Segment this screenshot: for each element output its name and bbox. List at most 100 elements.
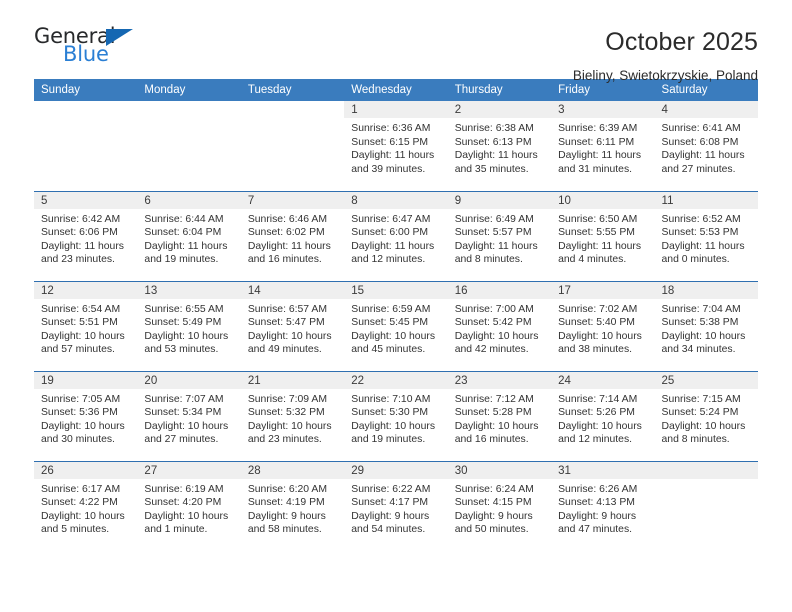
sunrise-time: Sunrise: 6:59 AM xyxy=(351,303,431,315)
day-details: Sunrise: 7:10 AM Sunset: 5:30 PM Daylight:… xyxy=(344,389,447,447)
day-number: 8 xyxy=(344,191,448,209)
weekday-header-thursday: Thursday xyxy=(447,79,552,101)
day-details: Sunrise: 6:55 AM Sunset: 5:49 PM Daylight:… xyxy=(137,299,240,357)
daylight-duration-line2: and 54 minutes. xyxy=(351,524,426,536)
daylight-duration-line2: and 49 minutes. xyxy=(247,344,322,356)
day-number: 24 xyxy=(551,371,655,389)
calendar-day-cell: 27 Sunrise: 6:19 AM Sunset: 4:20 PM Dayligh… xyxy=(137,460,241,551)
weekday-header-tuesday: Tuesday xyxy=(240,79,345,101)
daylight-duration-line1: Daylight: 10 hours xyxy=(661,420,746,432)
day-number: 5 xyxy=(34,191,138,209)
daylight-duration-line1: Daylight: 10 hours xyxy=(144,330,229,342)
daylight-duration-line2: and 30 minutes. xyxy=(41,434,115,446)
day-number xyxy=(137,101,240,118)
daylight-duration-line1: Daylight: 11 hours xyxy=(351,150,435,162)
day-number: 28 xyxy=(240,461,345,479)
sunrise-time: Sunrise: 6:42 AM xyxy=(41,213,121,225)
calendar-day-cell: 29 Sunrise: 6:22 AM Sunset: 4:17 PM Dayligh… xyxy=(344,460,448,551)
sunrise-time: Sunrise: 6:55 AM xyxy=(144,303,224,315)
calendar-day-cell: 15 Sunrise: 6:59 AM Sunset: 5:45 PM Dayligh… xyxy=(344,280,448,371)
sunrise-time: Sunrise: 6:44 AM xyxy=(144,213,224,225)
daylight-duration-line1: Daylight: 9 hours xyxy=(558,510,637,522)
day-number: 15 xyxy=(344,281,448,299)
day-number: 21 xyxy=(240,371,345,389)
day-details: Sunrise: 6:54 AM Sunset: 5:51 PM Daylight:… xyxy=(34,299,137,357)
calendar-day-cell: 14 Sunrise: 6:57 AM Sunset: 5:47 PM Dayligh… xyxy=(240,280,345,371)
daylight-duration-line2: and 53 minutes. xyxy=(144,344,219,356)
sunset-time: Sunset: 5:38 PM xyxy=(661,317,739,329)
daylight-duration-line1: Daylight: 10 hours xyxy=(351,420,436,432)
sunset-time: Sunset: 5:32 PM xyxy=(247,407,325,419)
day-number: 3 xyxy=(551,101,655,118)
sunset-time: Sunset: 6:00 PM xyxy=(351,227,429,239)
sunset-time: Sunset: 5:47 PM xyxy=(247,317,325,329)
daylight-duration-line2: and 16 minutes. xyxy=(247,254,322,266)
daylight-duration-line1: Daylight: 10 hours xyxy=(454,330,539,342)
daylight-duration-line2: and 38 minutes. xyxy=(558,344,633,356)
day-details: Sunrise: 6:42 AM Sunset: 6:06 PM Daylight:… xyxy=(34,209,137,267)
day-details: Sunrise: 6:47 AM Sunset: 6:00 PM Daylight:… xyxy=(344,209,447,267)
day-details: Sunrise: 6:38 AM Sunset: 6:13 PM Daylight:… xyxy=(448,118,551,176)
weekday-header-monday: Monday xyxy=(137,79,241,101)
calendar-week-row: 12 Sunrise: 6:54 AM Sunset: 5:51 PM Dayligh… xyxy=(34,280,758,371)
daylight-duration-line1: Daylight: 10 hours xyxy=(247,420,332,432)
daylight-duration-line2: and 8 minutes. xyxy=(661,434,730,446)
sunset-time: Sunset: 6:02 PM xyxy=(247,227,325,239)
daylight-duration-line1: Daylight: 11 hours xyxy=(661,240,745,252)
sunset-time: Sunset: 4:20 PM xyxy=(144,497,222,509)
daylight-duration-line2: and 35 minutes. xyxy=(454,163,529,175)
calendar-day-cell: 6 Sunrise: 6:44 AM Sunset: 6:04 PM Daylight… xyxy=(137,190,241,281)
day-number: 19 xyxy=(34,371,138,389)
daylight-duration-line1: Daylight: 11 hours xyxy=(454,240,538,252)
day-number: 30 xyxy=(447,461,552,479)
day-number: 17 xyxy=(551,281,655,299)
daylight-duration-line2: and 47 minutes. xyxy=(558,524,633,536)
weekday-header-sunday: Sunday xyxy=(34,79,138,101)
sunset-time: Sunset: 5:49 PM xyxy=(144,317,222,329)
sunrise-time: Sunrise: 6:22 AM xyxy=(351,483,431,495)
daylight-duration-line2: and 23 minutes. xyxy=(41,254,115,266)
day-details: Sunrise: 6:57 AM Sunset: 5:47 PM Daylight:… xyxy=(241,299,344,357)
daylight-duration-line2: and 50 minutes. xyxy=(454,524,529,536)
day-number xyxy=(241,101,344,118)
daylight-duration-line1: Daylight: 10 hours xyxy=(41,420,125,432)
sunset-time: Sunset: 5:45 PM xyxy=(351,317,429,329)
general-blue-logo: General Blue xyxy=(34,26,144,74)
daylight-duration-line1: Daylight: 9 hours xyxy=(454,510,533,522)
day-number: 6 xyxy=(137,191,241,209)
sunset-time: Sunset: 5:36 PM xyxy=(41,407,118,419)
day-number: 12 xyxy=(34,281,138,299)
calendar-day-cell: 19 Sunrise: 7:05 AM Sunset: 5:36 PM Dayligh… xyxy=(34,370,138,461)
day-number: 7 xyxy=(240,191,345,209)
daylight-duration-line2: and 27 minutes. xyxy=(661,163,736,175)
sunrise-time: Sunrise: 6:57 AM xyxy=(247,303,327,315)
daylight-duration-line2: and 42 minutes. xyxy=(454,344,529,356)
title-block: October 2025 Bieliny, Swietokrzyskie, Po… xyxy=(573,26,758,83)
calendar-day-cell: 31 Sunrise: 6:26 AM Sunset: 4:13 PM Dayligh… xyxy=(551,460,655,551)
day-number: 13 xyxy=(137,281,241,299)
daylight-duration-line2: and 4 minutes. xyxy=(558,254,627,266)
calendar-day-cell: 2 Sunrise: 6:38 AM Sunset: 6:13 PM Daylight… xyxy=(447,101,552,191)
day-number: 25 xyxy=(654,371,758,389)
sunset-time: Sunset: 6:13 PM xyxy=(454,136,532,148)
day-number xyxy=(34,101,137,118)
sunset-time: Sunset: 5:34 PM xyxy=(144,407,222,419)
day-details: Sunrise: 6:50 AM Sunset: 5:55 PM Daylight:… xyxy=(551,209,654,267)
daylight-duration-line1: Daylight: 10 hours xyxy=(247,330,332,342)
sunset-time: Sunset: 5:42 PM xyxy=(454,317,532,329)
day-number: 10 xyxy=(551,191,655,209)
daylight-duration-line1: Daylight: 11 hours xyxy=(144,240,228,252)
sunrise-time: Sunrise: 6:52 AM xyxy=(661,213,741,225)
sunset-time: Sunset: 4:22 PM xyxy=(41,497,118,509)
calendar-day-cell: 23 Sunrise: 7:12 AM Sunset: 5:28 PM Dayligh… xyxy=(447,370,552,461)
sunrise-time: Sunrise: 6:17 AM xyxy=(41,483,121,495)
sunset-time: Sunset: 5:57 PM xyxy=(454,227,532,239)
calendar-day-cell-empty xyxy=(654,460,758,551)
daylight-duration-line1: Daylight: 11 hours xyxy=(247,240,331,252)
daylight-duration-line1: Daylight: 11 hours xyxy=(558,150,642,162)
calendar-week-row: 19 Sunrise: 7:05 AM Sunset: 5:36 PM Dayligh… xyxy=(34,370,758,461)
sunrise-time: Sunrise: 6:26 AM xyxy=(558,483,638,495)
sunrise-sunset-calendar: Sunday Monday Tuesday Wednesday Thursday… xyxy=(34,79,758,551)
day-details: Sunrise: 7:07 AM Sunset: 5:34 PM Daylight:… xyxy=(137,389,240,447)
daylight-duration-line2: and 34 minutes. xyxy=(661,344,736,356)
